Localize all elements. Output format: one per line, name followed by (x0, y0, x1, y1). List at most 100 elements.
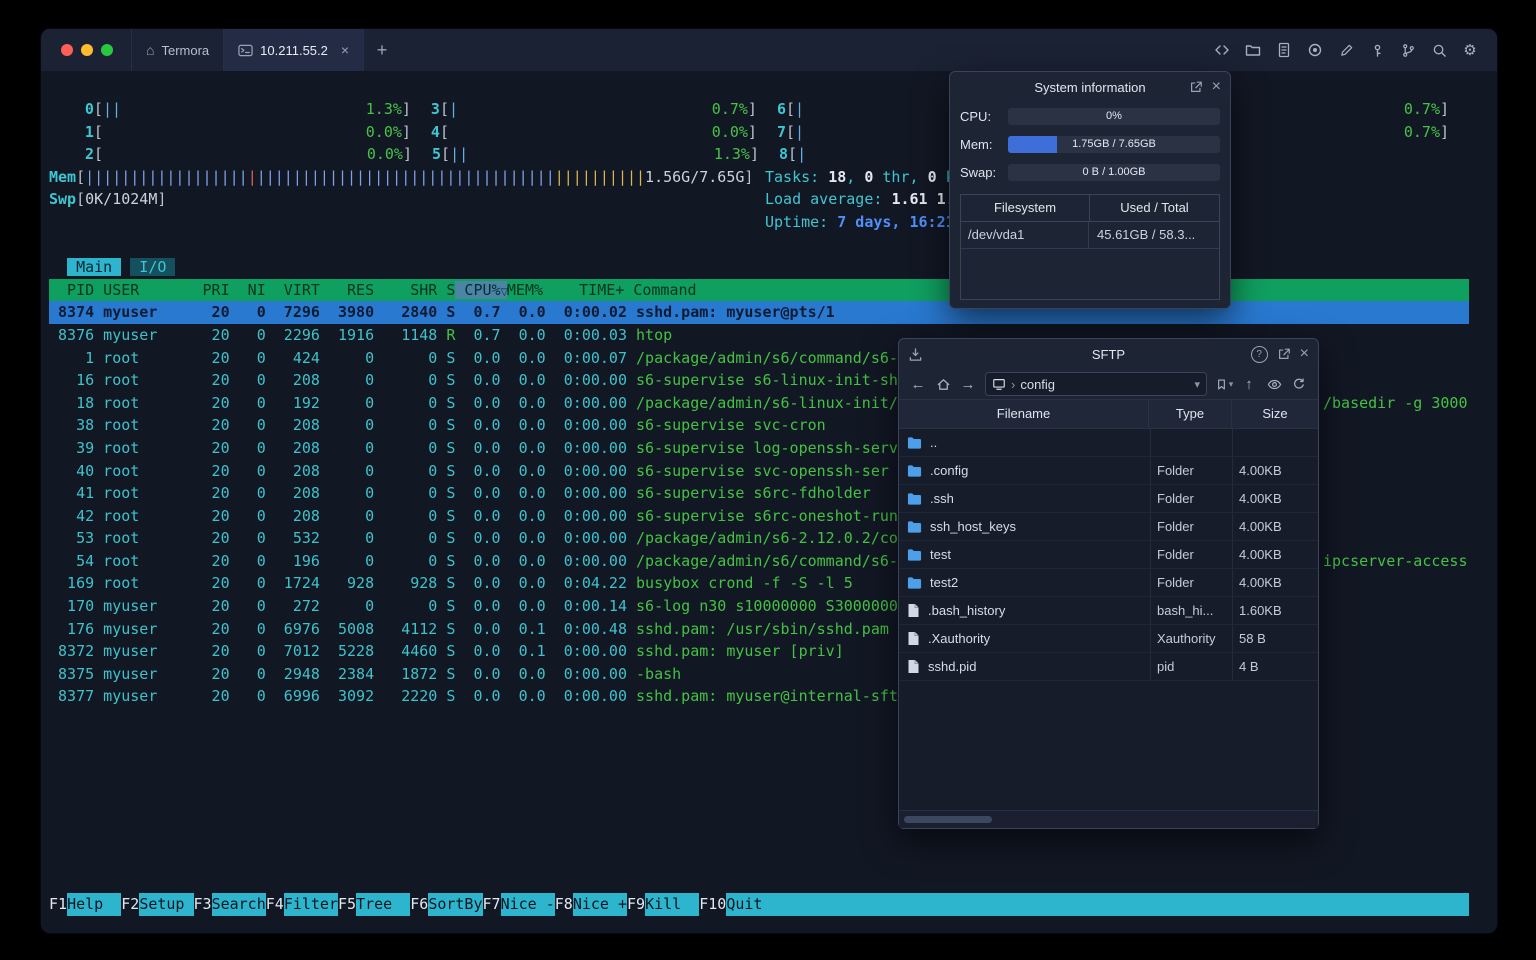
process-command: /package/admin/s6-2.12.0.2/co (636, 529, 898, 548)
htop-tab-main[interactable]: Main (67, 258, 122, 277)
process-command: s6-supervise s6rc-oneshot-run (636, 506, 898, 525)
branch-icon[interactable] (1395, 37, 1421, 63)
fkey-f7-label[interactable]: Nice - (500, 893, 555, 916)
download-icon[interactable] (908, 347, 923, 362)
filesystem-table-empty-area (961, 249, 1219, 299)
tab-termora[interactable]: ⌂ Termora (131, 29, 223, 71)
close-window-button[interactable] (61, 44, 73, 56)
file-type (1150, 429, 1232, 456)
folder-icon[interactable] (1240, 37, 1266, 63)
process-command: s6-supervise svc-cron (636, 416, 826, 435)
fkey-f2[interactable]: F2 (121, 893, 139, 916)
cpu-meter-1: 1[0.0%] (85, 121, 411, 144)
filename-column-header[interactable]: Filename (899, 400, 1148, 428)
tab-session-10-211-55-2[interactable]: 10.211.55.2 × (223, 29, 365, 71)
fkey-f4-label[interactable]: Filter (283, 893, 338, 916)
chevron-down-icon: ▾ (1228, 378, 1234, 389)
file-row[interactable]: .. (899, 429, 1318, 457)
path-breadcrumb[interactable]: › config ▾ (985, 372, 1207, 396)
folder-icon (907, 548, 922, 562)
tab-close-icon[interactable]: × (341, 42, 349, 58)
fkey-f5-label[interactable]: Tree (356, 893, 411, 916)
column-header-cpu-sort[interactable]: CPU%▽ (455, 280, 508, 299)
refresh-icon[interactable] (1288, 373, 1310, 395)
process-fields: 8374 myuser 20 0 7296 3980 2840 (49, 303, 447, 322)
forward-icon[interactable]: → (957, 373, 979, 395)
cpu-usage-bar: 0% (1008, 107, 1220, 125)
process-fields: 38 root 20 0 208 0 0 (49, 416, 447, 435)
pencil-icon[interactable] (1333, 37, 1359, 63)
fkey-f3-label[interactable]: Search (211, 893, 266, 916)
fkey-f4[interactable]: F4 (266, 893, 284, 916)
file-row[interactable]: test2 Folder 4.00KB (899, 569, 1318, 597)
file-row[interactable]: .ssh Folder 4.00KB (899, 485, 1318, 513)
file-row[interactable]: .bash_history bash_hi... 1.60KB (899, 597, 1318, 625)
fkey-f7[interactable]: F7 (483, 893, 501, 916)
cpu-meter-bars: | (797, 145, 807, 164)
filesystem-column-header[interactable]: Filesystem (961, 195, 1090, 221)
app-window: ⌂ Termora 10.211.55.2 × + ⚙ 0[|| 1.3%] 3[|… (40, 28, 1498, 934)
file-row[interactable]: test Folder 4.00KB (899, 541, 1318, 569)
process-command: busybox crond -f -S -l 5 (636, 574, 853, 593)
fkey-f8[interactable]: F8 (555, 893, 573, 916)
file-row[interactable]: sshd.pid pid 4 B (899, 653, 1318, 681)
type-column-header[interactable]: Type (1148, 400, 1231, 428)
fkey-f1-label[interactable]: Help (67, 893, 122, 916)
upload-icon[interactable]: ↑ (1238, 373, 1260, 395)
memory-meter-label: Mem (49, 167, 77, 186)
fkey-f2-label[interactable]: Setup (139, 893, 194, 916)
record-icon[interactable] (1302, 37, 1328, 63)
settings-icon[interactable]: ⚙ (1457, 37, 1483, 63)
chevron-down-icon[interactable]: ▾ (1194, 378, 1200, 391)
file-type: pid (1150, 653, 1232, 680)
fkey-f6-label[interactable]: SortBy (428, 893, 483, 916)
log-icon[interactable] (1271, 37, 1297, 63)
column-headers[interactable]: MEM% TIME+ Command (507, 281, 697, 299)
fkey-f5[interactable]: F5 (338, 893, 356, 916)
back-icon[interactable]: ← (907, 373, 929, 395)
fkey-f8-label[interactable]: Nice + (572, 893, 627, 916)
fkey-f1[interactable]: F1 (49, 893, 67, 916)
process-stats: 0.0 0.1 0:00.00 (455, 642, 637, 661)
process-stats: 0.7 0.0 0:00.02 (455, 303, 637, 322)
sftp-panel-title: SFTP ? × (899, 339, 1318, 369)
new-tab-button[interactable]: + (364, 29, 400, 71)
minimize-window-button[interactable] (81, 44, 93, 56)
zoom-window-button[interactable] (101, 44, 113, 56)
file-name: .config (930, 463, 969, 478)
home-icon[interactable] (932, 373, 954, 395)
fkey-f6[interactable]: F6 (410, 893, 428, 916)
horizontal-scrollbar[interactable] (899, 810, 1318, 828)
fkey-f3[interactable]: F3 (194, 893, 212, 916)
help-icon[interactable]: ? (1250, 345, 1268, 363)
process-fields: 1 root 20 0 424 0 0 (49, 348, 447, 367)
fkey-f9[interactable]: F9 (627, 893, 645, 916)
process-command: sshd.pam: myuser [priv] (636, 642, 844, 661)
code-icon[interactable] (1209, 37, 1235, 63)
bookmark-icon[interactable]: ▾ (1213, 373, 1235, 395)
process-stats: 0.0 0.0 0:00.00 (455, 664, 637, 683)
close-icon[interactable]: × (1300, 346, 1309, 362)
cpu-meter-4: 4[0.0%] (431, 121, 757, 144)
fkey-f9-label[interactable]: Kill (645, 893, 700, 916)
file-row[interactable]: .Xauthority Xauthority 58 B (899, 625, 1318, 653)
process-command: /package/admin/s6-linux-init/ (636, 393, 898, 412)
key-icon[interactable] (1364, 37, 1390, 63)
used-total-column-header[interactable]: Used / Total (1090, 195, 1219, 221)
file-row[interactable]: .config Folder 4.00KB (899, 457, 1318, 485)
filesystem-row[interactable]: /dev/vda1 45.61GB / 58.3... (961, 222, 1219, 249)
process-row[interactable]: 8374 myuser 20 0 7296 3980 2840 S 0.7 0.… (49, 301, 1469, 324)
fkey-f10-label[interactable]: Quit (726, 893, 781, 916)
size-column-header[interactable]: Size (1231, 400, 1318, 428)
htop-tab-io[interactable]: I/O (130, 258, 176, 277)
search-icon[interactable] (1426, 37, 1452, 63)
file-row[interactable]: ssh_host_keys Folder 4.00KB (899, 513, 1318, 541)
scrollbar-thumb[interactable] (904, 816, 992, 823)
show-hidden-eye-icon[interactable] (1263, 373, 1285, 395)
cpu-meter-bars: || (102, 100, 122, 118)
popout-icon[interactable] (1189, 80, 1203, 94)
column-headers[interactable]: PID USER PRI NI VIRT RES SHR S (49, 281, 455, 299)
fkey-f10[interactable]: F10 (699, 893, 726, 916)
popout-icon[interactable] (1277, 347, 1291, 361)
close-icon[interactable]: × (1212, 79, 1221, 95)
